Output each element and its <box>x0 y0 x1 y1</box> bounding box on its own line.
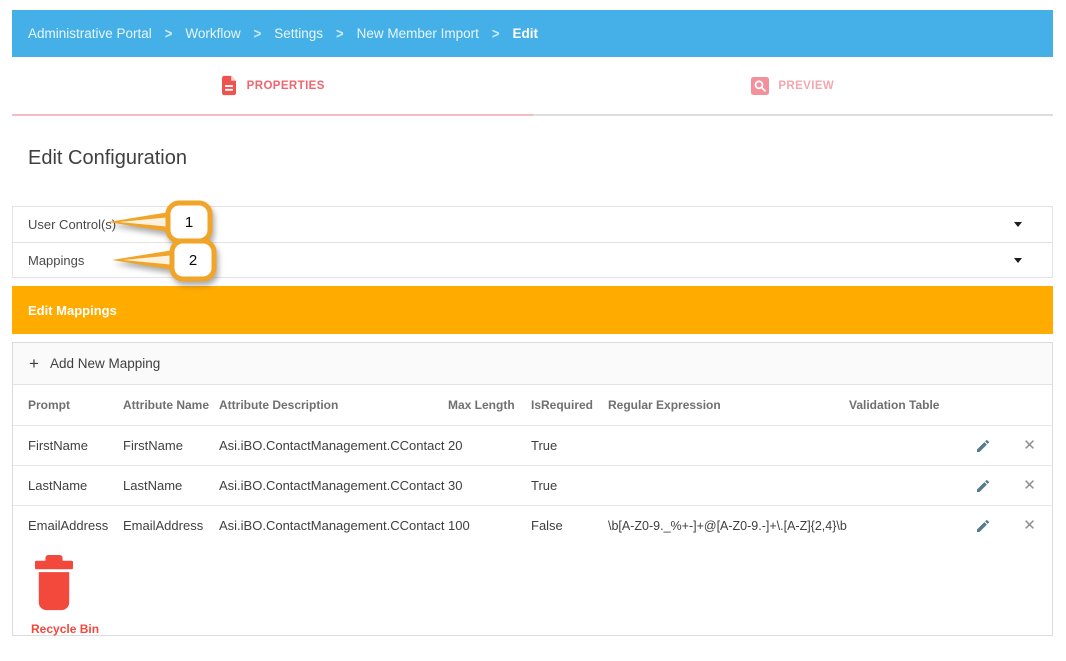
edit-row-button[interactable] <box>971 514 995 538</box>
pencil-icon <box>975 438 991 454</box>
breadcrumb-bar: Administrative Portal > Workflow > Setti… <box>12 10 1053 57</box>
edit-mappings-banner: Edit Mappings <box>12 286 1053 334</box>
delete-row-button[interactable]: ✕ <box>1019 434 1040 457</box>
recycle-bin-label: Recycle Bin <box>31 622 123 636</box>
close-icon: ✕ <box>1023 438 1036 453</box>
document-icon <box>220 75 238 96</box>
column-header-attribute-name: Attribute Name <box>123 398 219 412</box>
pencil-icon <box>975 478 991 494</box>
tab-preview-label: PREVIEW <box>778 80 834 92</box>
cell-attribute-name: EmailAddress <box>123 518 219 533</box>
cell-attribute-name: FirstName <box>123 438 219 453</box>
edit-row-button[interactable] <box>971 434 995 458</box>
cell-max-length: 20 <box>448 438 531 453</box>
breadcrumb-current: Edit <box>513 26 539 41</box>
table-header-row: Prompt Attribute Name Attribute Descript… <box>13 385 1052 425</box>
breadcrumb-separator-icon: > <box>254 25 262 42</box>
cell-attribute-name: LastName <box>123 478 219 493</box>
column-header-attribute-description: Attribute Description <box>219 398 448 412</box>
cell-prompt: EmailAddress <box>28 518 123 533</box>
add-new-mapping-button[interactable]: + Add New Mapping <box>13 343 1052 385</box>
breadcrumb-separator-icon: > <box>336 25 344 42</box>
cell-prompt: FirstName <box>28 438 123 453</box>
accordion: User Control(s) Mappings <box>12 206 1053 278</box>
add-new-mapping-label: Add New Mapping <box>50 356 160 371</box>
edit-mappings-banner-label: Edit Mappings <box>28 303 117 318</box>
accordion-user-controls[interactable]: User Control(s) <box>13 207 1052 242</box>
recycle-bin[interactable]: Recycle Bin <box>13 545 123 635</box>
cell-max-length: 30 <box>448 478 531 493</box>
breadcrumb-item-workflow[interactable]: Workflow <box>185 26 240 41</box>
table-row: LastName LastName Asi.iBO.ContactManagem… <box>13 465 1052 505</box>
breadcrumb-separator-icon: > <box>492 25 500 42</box>
tab-properties[interactable]: PROPERTIES <box>12 57 533 114</box>
pencil-icon <box>975 518 991 534</box>
cell-prompt: LastName <box>28 478 123 493</box>
breadcrumb-item-settings[interactable]: Settings <box>274 26 323 41</box>
trash-icon <box>31 555 77 612</box>
cell-is-required: False <box>531 518 608 533</box>
column-header-max-length: Max Length <box>448 398 531 412</box>
cell-regular-expression: \b[A-Z0-9._%+-]+@[A-Z0-9.-]+\.[A-Z]{2,4}… <box>608 519 849 533</box>
column-header-prompt: Prompt <box>28 398 123 412</box>
magnifier-icon <box>751 77 769 95</box>
breadcrumb-item-administrative-portal[interactable]: Administrative Portal <box>28 26 152 41</box>
table-row: FirstName FirstName Asi.iBO.ContactManag… <box>13 425 1052 465</box>
cell-is-required: True <box>531 438 608 453</box>
chevron-down-icon[interactable] <box>1014 258 1022 263</box>
cell-attribute-description: Asi.iBO.ContactManagement.CContact <box>219 438 448 453</box>
breadcrumb: Administrative Portal > Workflow > Setti… <box>28 26 538 41</box>
delete-row-button[interactable]: ✕ <box>1019 514 1040 537</box>
accordion-user-controls-label: User Control(s) <box>28 217 116 232</box>
cell-is-required: True <box>531 478 608 493</box>
accordion-mappings[interactable]: Mappings <box>13 242 1052 277</box>
mappings-card: + Add New Mapping Prompt Attribute Name … <box>12 342 1053 636</box>
tab-properties-label: PROPERTIES <box>247 80 325 92</box>
tab-bar: PROPERTIES PREVIEW <box>12 57 1053 114</box>
accordion-mappings-label: Mappings <box>28 253 84 268</box>
page-title: Edit Configuration <box>28 146 1053 170</box>
cell-attribute-description: Asi.iBO.ContactManagement.CContact <box>219 518 448 533</box>
delete-row-button[interactable]: ✕ <box>1019 474 1040 497</box>
cell-max-length: 100 <box>448 518 531 533</box>
breadcrumb-item-new-member-import[interactable]: New Member Import <box>357 26 479 41</box>
page-frame: Administrative Portal > Workflow > Setti… <box>12 10 1053 636</box>
chevron-down-icon[interactable] <box>1014 222 1022 227</box>
table-row: EmailAddress EmailAddress Asi.iBO.Contac… <box>13 505 1052 545</box>
active-tab-indicator <box>12 114 533 116</box>
column-header-validation-table: Validation Table <box>849 398 959 412</box>
column-header-isrequired: IsRequired <box>531 398 608 412</box>
plus-icon: + <box>29 355 39 372</box>
close-icon: ✕ <box>1023 478 1036 493</box>
breadcrumb-separator-icon: > <box>165 25 173 42</box>
cell-attribute-description: Asi.iBO.ContactManagement.CContact <box>219 478 448 493</box>
tab-preview[interactable]: PREVIEW <box>533 57 1054 114</box>
edit-row-button[interactable] <box>971 474 995 498</box>
close-icon: ✕ <box>1023 518 1036 533</box>
tab-underline <box>12 114 1053 116</box>
column-header-regular-expression: Regular Expression <box>608 398 849 412</box>
